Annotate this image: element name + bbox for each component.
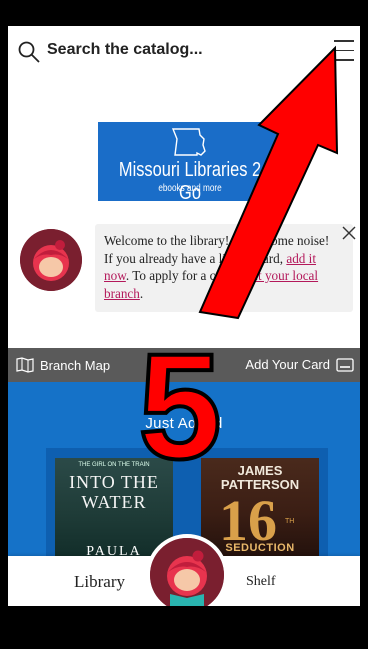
search-bar[interactable]: Search the catalog... [8, 26, 360, 78]
close-icon[interactable] [342, 226, 356, 240]
welcome-message: Welcome to the library! Make some noise!… [95, 224, 353, 312]
branch-map-button[interactable]: Branch Map [16, 357, 110, 373]
hamburger-menu-icon[interactable] [334, 40, 354, 62]
just-added-section: Just Added THE GIRL ON THE TRAIN INTO TH… [8, 382, 360, 568]
branch-map-label: Branch Map [40, 357, 111, 373]
library-logo: Missouri Libraries 2 Go ebooks and more [98, 122, 282, 204]
mascot-avatar [20, 229, 82, 291]
mascot-reading-icon[interactable] [146, 534, 228, 606]
tab-library[interactable]: Library [74, 572, 125, 592]
card-icon [336, 357, 354, 372]
logo-subtitle: ebooks and more [158, 183, 222, 194]
book-top-line: THE GIRL ON THE TRAIN [78, 462, 150, 468]
tab-shelf[interactable]: Shelf [246, 574, 276, 590]
app-screen: Search the catalog... Missouri Libraries… [8, 26, 360, 606]
welcome-text-3: . [139, 285, 144, 301]
welcome-text-2: . To apply for a card, [125, 268, 239, 283]
bottom-navigation: Library Shelf [8, 534, 360, 606]
action-toolbar: Branch Map Add Your Card [8, 348, 360, 382]
add-card-label: Add Your Card [245, 357, 330, 372]
add-card-button[interactable]: Add Your Card [245, 357, 354, 372]
book-number-suffix: TH [285, 518, 295, 525]
logo-title: Missouri Libraries 2 Go [118, 159, 262, 204]
missouri-state-icon [171, 128, 206, 156]
map-icon [16, 357, 34, 373]
search-icon [18, 41, 40, 63]
search-placeholder[interactable]: Search the catalog... [47, 41, 203, 59]
section-title: Just Added [145, 415, 223, 432]
book-title: INTO THE WATER [69, 472, 159, 512]
